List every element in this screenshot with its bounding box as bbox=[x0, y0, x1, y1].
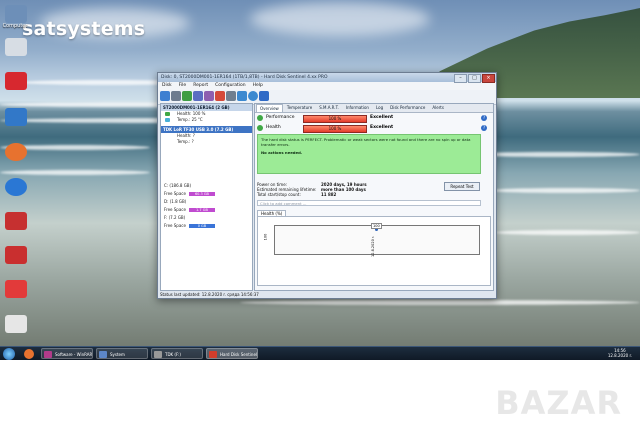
tab-smart[interactable]: S.M.A.R.T. bbox=[316, 104, 342, 112]
app-colorful-icon[interactable] bbox=[5, 315, 27, 333]
pdf-reader-icon[interactable] bbox=[5, 72, 27, 90]
partition-f-free: Free Space 0 GB bbox=[161, 223, 252, 229]
taskbar-hard-disk-sentinel[interactable]: Hard Disk Sentinel bbox=[206, 348, 258, 359]
test-icon[interactable] bbox=[182, 91, 192, 101]
recycle-bin-icon[interactable] bbox=[5, 38, 27, 56]
help-icon[interactable] bbox=[248, 91, 258, 101]
tab-temperature[interactable]: Temperature bbox=[284, 104, 315, 112]
tab-strip: Overview Temperature S.M.A.R.T. Informat… bbox=[255, 104, 493, 113]
hard-disk-sentinel-window[interactable]: Disk: 0, ST2000DM001-1ER164 (1TB/1,8TB) … bbox=[157, 72, 497, 299]
refresh-icon[interactable] bbox=[160, 91, 170, 101]
window-titlebar[interactable]: Disk: 0, ST2000DM001-1ER164 (1TB/1,8TB) … bbox=[158, 73, 496, 83]
health-row: Health 100 % Excellent ? bbox=[257, 124, 489, 133]
app-red-white-icon[interactable] bbox=[5, 280, 27, 298]
taskbar-winrar[interactable]: Software - WinRAR bbox=[41, 348, 93, 359]
disk-icon[interactable] bbox=[171, 91, 181, 101]
partition-c-free: Free Space 60.3 GB bbox=[161, 191, 252, 197]
partition-c[interactable]: C: (186.8 GB) bbox=[161, 183, 252, 189]
chart-y-label: 100 bbox=[263, 233, 268, 241]
chart-date-label: 12.8.2020 r. bbox=[371, 235, 375, 257]
repeat-test-button[interactable]: Repeat Test bbox=[444, 182, 480, 191]
down-arrow-icon[interactable] bbox=[259, 91, 269, 101]
disk-1-temp: Temp.: ? bbox=[177, 139, 194, 144]
tab-information[interactable]: Information bbox=[343, 104, 372, 112]
desktop-label: Computer bbox=[2, 23, 28, 29]
page-background: BAZAR bbox=[0, 360, 640, 427]
menu-help[interactable]: Help bbox=[253, 82, 263, 90]
watermark-logo: BAZAR bbox=[495, 384, 622, 422]
tab-alerts[interactable]: Alerts bbox=[429, 104, 447, 112]
health-chart: 100 100 12.8.2020 r. bbox=[257, 216, 491, 286]
overview-panel: Overview Temperature S.M.A.R.T. Informat… bbox=[254, 103, 494, 291]
menu-bar: Disk File Report Configuration Help bbox=[158, 82, 496, 90]
close-button[interactable]: × bbox=[482, 74, 495, 83]
disk-1-header[interactable]: TDK LoR TF30 USB 3.0 (7.2 GB) bbox=[161, 126, 252, 133]
tab-disk-performance[interactable]: Disk Performance bbox=[387, 104, 428, 112]
alert-icon[interactable] bbox=[215, 91, 225, 101]
firefox-icon[interactable] bbox=[5, 143, 27, 161]
disk-list-panel: ST2000DM001-1ER164 (2 GB) Health: 100 % … bbox=[160, 103, 253, 291]
menu-disk[interactable]: Disk bbox=[162, 82, 172, 90]
info-icon[interactable] bbox=[237, 91, 247, 101]
partition-f[interactable]: F: (7.2 GB) bbox=[161, 215, 252, 221]
firefox-taskbar-icon[interactable] bbox=[24, 349, 34, 359]
tab-overview[interactable]: Overview bbox=[256, 104, 283, 112]
app-red-icon[interactable] bbox=[5, 212, 27, 230]
help-icon[interactable]: ? bbox=[481, 125, 487, 131]
tools-icon[interactable] bbox=[226, 91, 236, 101]
status-bar: Status last updated: 12.8.2020 r. сряда … bbox=[160, 292, 259, 297]
chart-point-label: 100 bbox=[371, 223, 382, 229]
window-title: Disk: 0, ST2000DM001-1ER164 (1TB/1,8TB) … bbox=[161, 75, 328, 80]
tab-log[interactable]: Log bbox=[373, 104, 386, 112]
chart-plot-area: 100 bbox=[274, 223, 480, 255]
app-shortcut-icon[interactable] bbox=[5, 108, 27, 126]
taskbar-clock[interactable]: 14:56 12.8.2020 r. bbox=[608, 348, 632, 358]
help-icon[interactable]: ? bbox=[481, 115, 487, 121]
app-64-icon[interactable] bbox=[5, 246, 27, 264]
partition-d[interactable]: D: (1.8 GB) bbox=[161, 199, 252, 205]
health-bar: 100 % bbox=[303, 125, 367, 133]
comment-input[interactable]: Click to add comment ... bbox=[257, 200, 481, 206]
menu-report[interactable]: Report bbox=[193, 82, 208, 90]
taskbar-tdk[interactable]: TDK (F:) bbox=[151, 348, 203, 359]
menu-file[interactable]: File bbox=[179, 82, 187, 90]
check-icon bbox=[257, 125, 263, 131]
menu-configuration[interactable]: Configuration bbox=[215, 82, 246, 90]
taskbar: Software - WinRAR System TDK (F:) Hard D… bbox=[0, 346, 640, 361]
maximize-button[interactable]: □ bbox=[468, 74, 481, 83]
performance-row: Performance 100 % Excellent ? bbox=[257, 114, 489, 123]
disk-0-temp: Temp.: 25 °C bbox=[161, 117, 252, 123]
status-message: The hard disk status is PERFECT. Problem… bbox=[257, 134, 481, 174]
report-icon[interactable] bbox=[193, 91, 203, 101]
minimize-button[interactable]: – bbox=[454, 74, 467, 83]
taskbar-system[interactable]: System bbox=[96, 348, 148, 359]
settings-icon[interactable] bbox=[204, 91, 214, 101]
brand-title: satsystems bbox=[22, 18, 146, 40]
check-icon bbox=[257, 115, 263, 121]
disk-0-header[interactable]: ST2000DM001-1ER164 (2 GB) bbox=[161, 104, 252, 111]
partition-d-free: Free Space 1.7 GB bbox=[161, 207, 252, 213]
start-button[interactable] bbox=[3, 348, 15, 360]
browser-icon[interactable] bbox=[5, 178, 27, 196]
performance-bar: 100 % bbox=[303, 115, 367, 123]
computer-icon[interactable] bbox=[5, 5, 27, 23]
